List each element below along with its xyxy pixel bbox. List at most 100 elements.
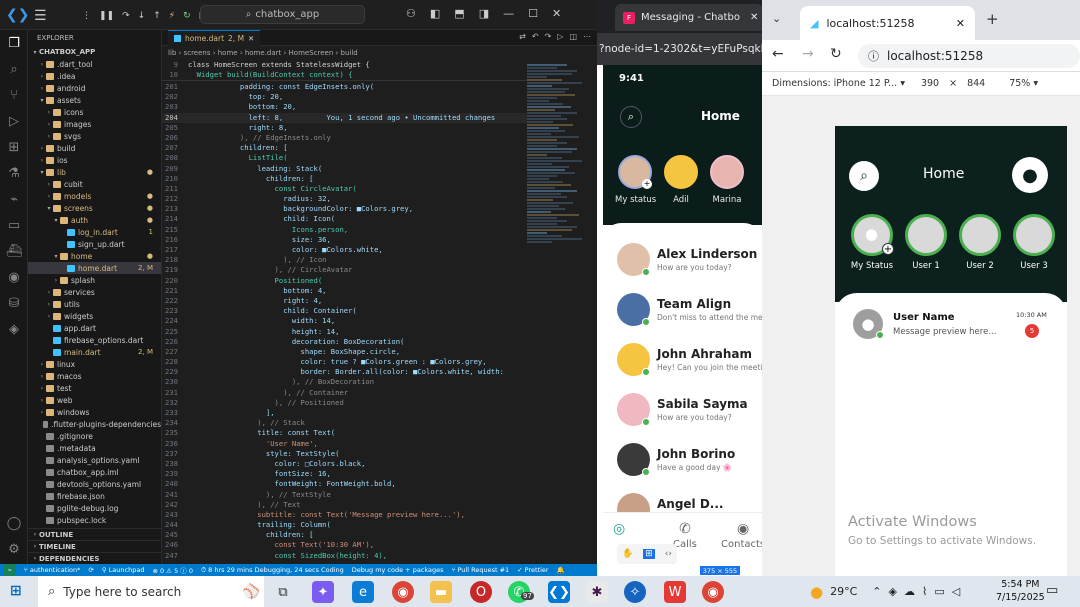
search-icon[interactable]: ⌕ [620,106,642,128]
tree-item[interactable]: › widgets [28,310,161,322]
maximize-icon[interactable]: ☐ [528,7,538,20]
code-line[interactable]: 216 size: 36, [162,235,527,245]
extensions-icon[interactable]: ⊞ [0,134,28,160]
remote-icon[interactable]: ⌁ [0,186,28,212]
tab-close-icon[interactable]: ✕ [956,17,965,30]
code-line[interactable]: 237 style: TextStyle( [162,449,527,459]
code-line[interactable]: 243 subtitle: const Text('Message previe… [162,510,527,520]
windows-start-icon[interactable]: ⊞ [10,583,26,599]
code-line[interactable]: 236 'User Name', [162,439,527,449]
restart-icon[interactable]: ↻ [183,11,191,21]
story-item[interactable]: Adil [661,155,701,205]
flutter-icon[interactable]: ◈ [0,316,28,342]
layout-panel-icon[interactable]: ⬒ [454,7,464,20]
remote-indicator[interactable]: ⌁ [4,564,16,576]
tree-item[interactable]: .gitignore [28,430,161,442]
prettier-indicator[interactable]: ✓ Prettier [517,566,548,574]
command-center-search[interactable]: ⌕ chatbox_app [200,5,365,24]
tree-item[interactable]: › ios [28,154,161,166]
tree-item[interactable]: .flutter-plugins-dependencies [28,418,161,430]
tree-item[interactable]: ▾ assets [28,94,161,106]
tab-list-icon[interactable]: ⌄ [772,12,781,25]
copilot-icon[interactable]: ⚇ [406,7,416,20]
breadcrumb[interactable]: lib › screens › home › home.dart › HomeS… [168,48,358,58]
code-line[interactable]: 220 Positioned( [162,276,527,286]
code-line[interactable]: 229 border: Border.all(color: ■Colors.wh… [162,367,527,377]
tree-item[interactable]: ▾ home ● [28,250,161,262]
tab-localhost[interactable]: ◢ localhost:51258 ✕ [800,6,975,40]
timeline-section[interactable]: › TIMELINE [28,540,162,552]
testing-icon[interactable]: ⚗ [0,160,28,186]
notifications-icon[interactable]: 🔔 [557,566,565,574]
code-line[interactable]: 230 ), // BoxDecoration [162,377,527,387]
tree-item[interactable]: › services [28,286,161,298]
code-line[interactable]: 222 right: 4, [162,296,527,306]
database-icon[interactable]: ⛁ [0,290,28,316]
tree-item[interactable]: › cubit [28,178,161,190]
chrome-icon[interactable]: ◉ [702,581,724,603]
chrome-icon[interactable]: ◉ [392,581,414,603]
debug-time-indicator[interactable]: ⏱ 8 hrs 29 mins Debugging, 24 secs Codin… [201,566,344,575]
tree-item[interactable]: pglite-debug.log [28,502,161,514]
code-line[interactable]: 204 left: 8, You, 1 second ago • Uncommi… [162,112,527,123]
code-line[interactable]: 203 bottom: 20, [162,102,527,112]
run-icon[interactable]: ▷ [557,32,563,41]
tree-item[interactable]: › icons [28,106,161,118]
reload-icon[interactable]: ↻ [830,46,842,62]
outline-section[interactable]: › OUTLINE [28,528,162,540]
code-line[interactable]: 202 top: 20, [162,92,527,102]
code-line[interactable]: 240 fontWeight: FontWeight.bold, [162,479,527,489]
search-icon[interactable]: ⌕ [849,161,879,191]
code-line[interactable]: 221 bottom: 4, [162,286,527,296]
code-line[interactable]: 244 trailing: Column( [162,520,527,530]
code-tool-icon[interactable]: ‹› [665,549,672,559]
tree-item[interactable]: › utils [28,298,161,310]
forward-icon[interactable]: → [802,46,814,62]
tree-item[interactable]: home.dart 2, M [28,262,161,274]
code-line[interactable]: 207 children: [ [162,143,527,153]
taskbar-search[interactable]: ⌕ Type here to search ⚾ [38,576,264,607]
problems-indicator[interactable]: ⊗ 0 ⚠ 5 ⓘ 0 [152,565,193,575]
tab-close-icon[interactable]: ✕ [750,12,758,23]
code-line[interactable]: 211 const CircleAvatar( [162,184,527,194]
tree-item[interactable]: main.dart 2, M [28,346,161,358]
tree-item[interactable]: ▾ lib ● [28,166,161,178]
notification-center-icon[interactable]: ▭ [1046,583,1058,598]
code-line[interactable]: 205 right: 8, [162,123,527,133]
code-line[interactable]: 206 ), // EdgeInsets.only [162,133,527,143]
chat-tile[interactable]: ● User Name Message preview here... 10:3… [835,293,1067,349]
chat-item[interactable]: Sabila Sayma How are you today? [617,389,762,429]
chat-item[interactable]: John Borino Have a good day 🌸 [617,439,762,479]
address-bar[interactable]: ⓘ localhost:51258 [858,44,1080,68]
tree-item[interactable]: firebase.json [28,490,161,502]
code-line[interactable]: 214 child: Icon( [162,214,527,224]
code-line[interactable]: 224 width: 14, [162,316,527,326]
code-line[interactable]: 209 leading: Stack( [162,164,527,174]
code-line[interactable]: 213 backgroundColor: ■Colors.grey, [162,204,527,214]
tree-item[interactable]: › images [28,118,161,130]
run-debug-icon[interactable]: ▷ [0,108,28,134]
code-line[interactable]: 234 ), // Stack [162,418,527,428]
drag-handle-icon[interactable]: ⋮ [82,11,91,21]
tree-item[interactable]: analysis_options.yaml [28,454,161,466]
code-line[interactable]: 218 ), // Icon [162,255,527,265]
slack-icon[interactable]: ✱ [586,581,608,603]
project-root[interactable]: ▾ CHATBOX_APP [28,46,161,58]
tree-item[interactable]: log_in.dart 1 [28,226,161,238]
back-icon[interactable]: ← [772,46,784,62]
tree-item[interactable]: › linux [28,358,161,370]
code-line[interactable]: 246 const Text('10:30 AM'), [162,540,527,550]
minimap[interactable] [527,63,587,563]
tree-item[interactable]: › macos [28,370,161,382]
tree-item[interactable]: ▾ auth ● [28,214,161,226]
step-into-icon[interactable]: ↓ [138,11,146,21]
tree-item[interactable]: chatbox_app.iml [28,466,161,478]
layout-secondary-icon[interactable]: ◨ [479,7,489,20]
git-compare-icon[interactable]: ⇄ [519,32,526,41]
hand-tool-icon[interactable]: ✋ [622,549,633,559]
width-input[interactable]: 390 [921,78,939,89]
code-line[interactable]: 238 color: □Colors.black, [162,459,527,469]
code-line[interactable]: 231 ), // Container [162,388,527,398]
github-icon[interactable]: ◉ [0,264,28,290]
go-forward-icon[interactable]: ↷ [545,32,552,41]
